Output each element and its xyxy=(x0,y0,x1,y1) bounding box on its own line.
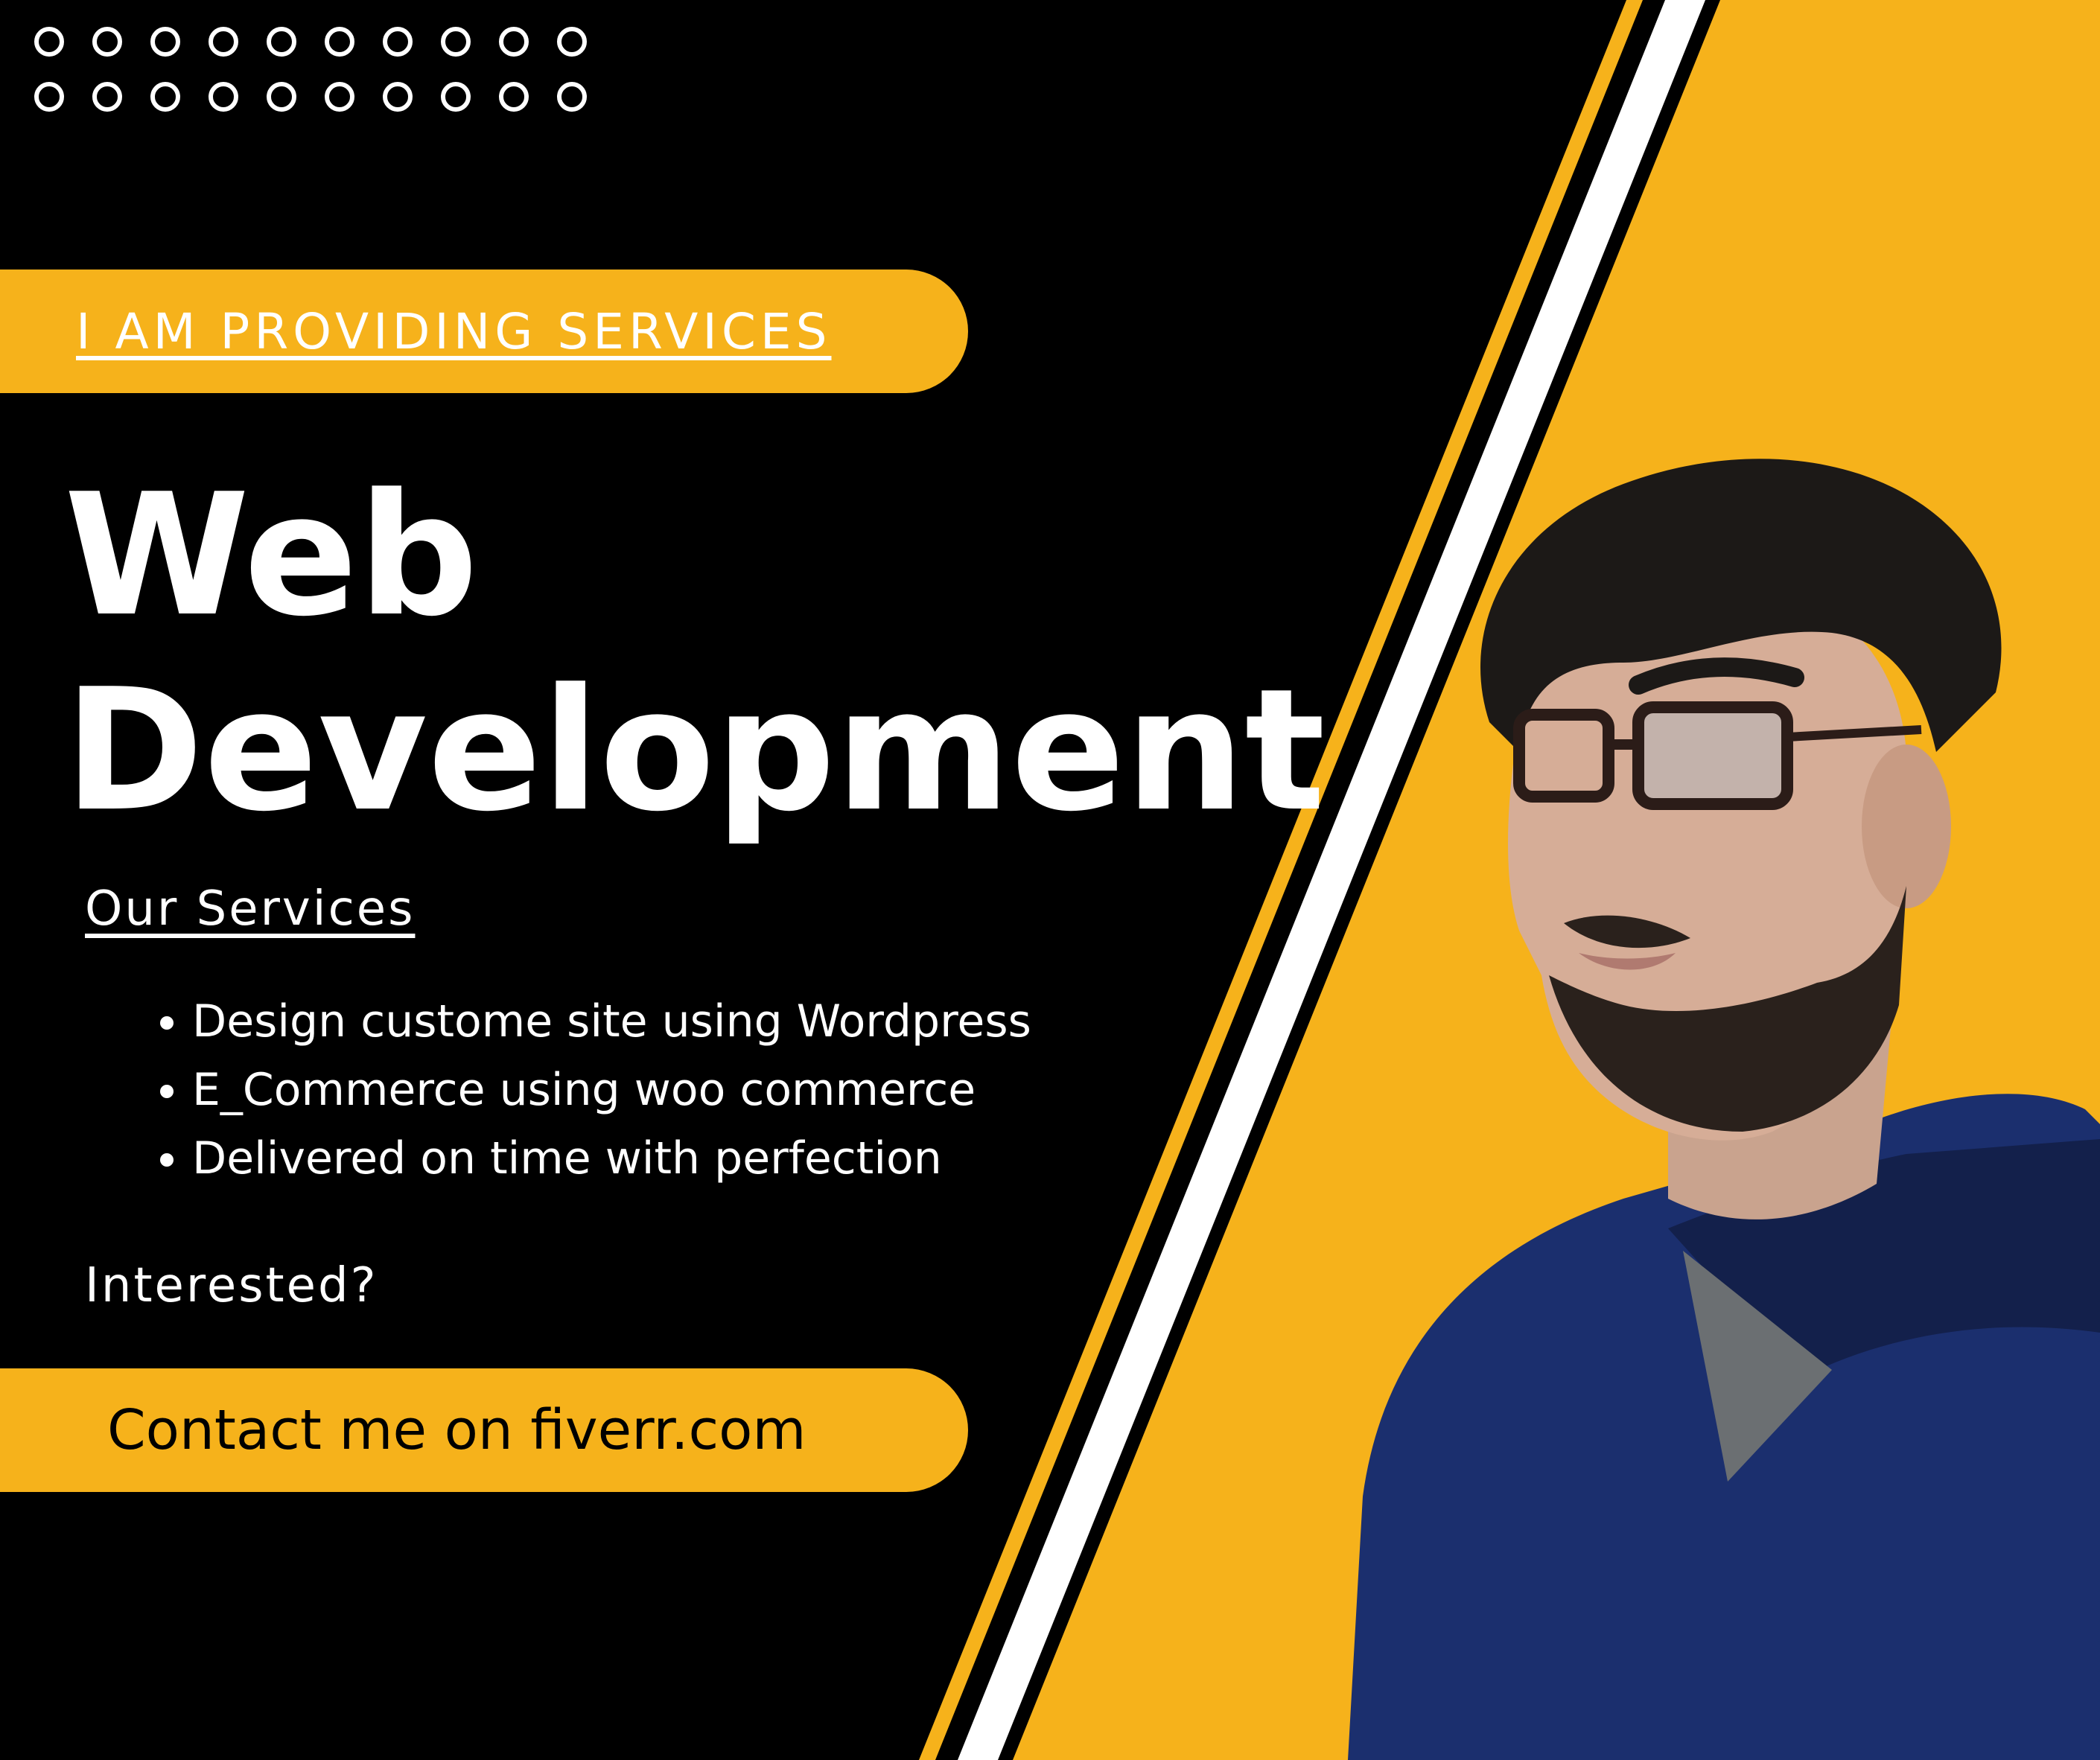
banner-canvas: I AM PROVIDING SERVICES Web Development … xyxy=(0,0,2100,1760)
services-list: Design custome site using Wordpress E_Co… xyxy=(153,987,1031,1193)
glasses-shape xyxy=(1632,701,1793,810)
service-item: Design custome site using Wordpress xyxy=(192,987,1031,1056)
service-item: Delivered on time with perfection xyxy=(192,1124,1031,1193)
services-tag-pill: I AM PROVIDING SERVICES xyxy=(0,270,968,393)
headline: Web Development xyxy=(64,459,1326,849)
contact-label: Contact me on fiverr.com xyxy=(107,1398,806,1462)
headline-line-2: Development xyxy=(64,653,1326,849)
service-item: E_Commerce using woo commerce xyxy=(192,1056,1031,1124)
services-title: Our Services xyxy=(85,881,416,937)
headline-line-1: Web xyxy=(64,458,479,654)
interested-prompt: Interested? xyxy=(85,1258,378,1313)
services-tagline: I AM PROVIDING SERVICES xyxy=(76,302,832,360)
contact-button[interactable]: Contact me on fiverr.com xyxy=(0,1368,968,1492)
